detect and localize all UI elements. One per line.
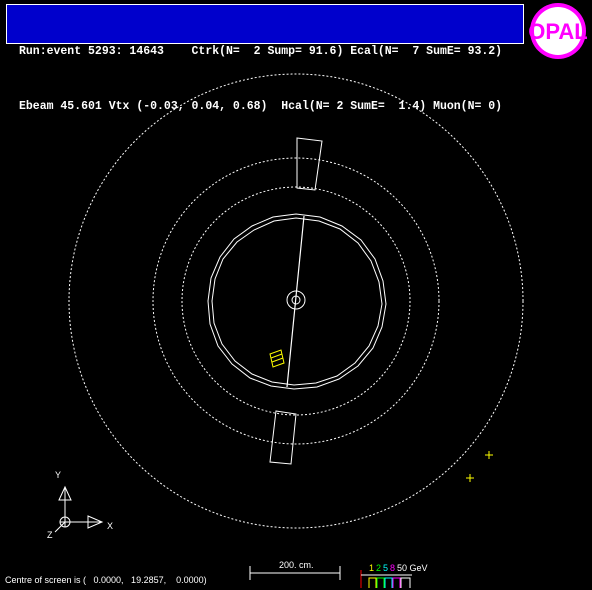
muon-hit-marker — [466, 474, 474, 482]
scale-label: 200. cm. — [279, 560, 314, 570]
solenoid-outer — [207, 213, 387, 390]
energy-scale-labels: 1 2 5 8 50 GeV — [369, 563, 428, 573]
x-axis-label: X — [107, 521, 113, 531]
energy-scale-label: 1 — [369, 563, 374, 573]
yellow-hit-cell — [269, 349, 285, 368]
track-line — [286, 215, 305, 388]
solenoid-inner — [211, 217, 383, 386]
y-axis-label: Y — [55, 470, 61, 480]
ecal-tower-top — [296, 137, 323, 191]
centre-of-screen-text: Centre of screen is ( 0.0000, 19.2857, 0… — [5, 575, 207, 585]
ecal-tower-bottom — [269, 410, 297, 465]
energy-scale-label: 2 — [376, 563, 381, 573]
energy-scale-label: 5 — [383, 563, 388, 573]
muon-hit-marker — [485, 451, 493, 459]
energy-scale-label: 50 GeV — [397, 563, 428, 573]
detector-view: Y X Z 200. cm. 1 2 5 8 50 GeV — [47, 73, 524, 588]
energy-scale-label: 8 — [390, 563, 395, 573]
event-display: Run:event 5293: 14643 Ctrk(N= 2 Sump= 91… — [0, 0, 592, 590]
axes-indicator — [54, 485, 104, 533]
z-axis-label: Z — [47, 530, 53, 540]
